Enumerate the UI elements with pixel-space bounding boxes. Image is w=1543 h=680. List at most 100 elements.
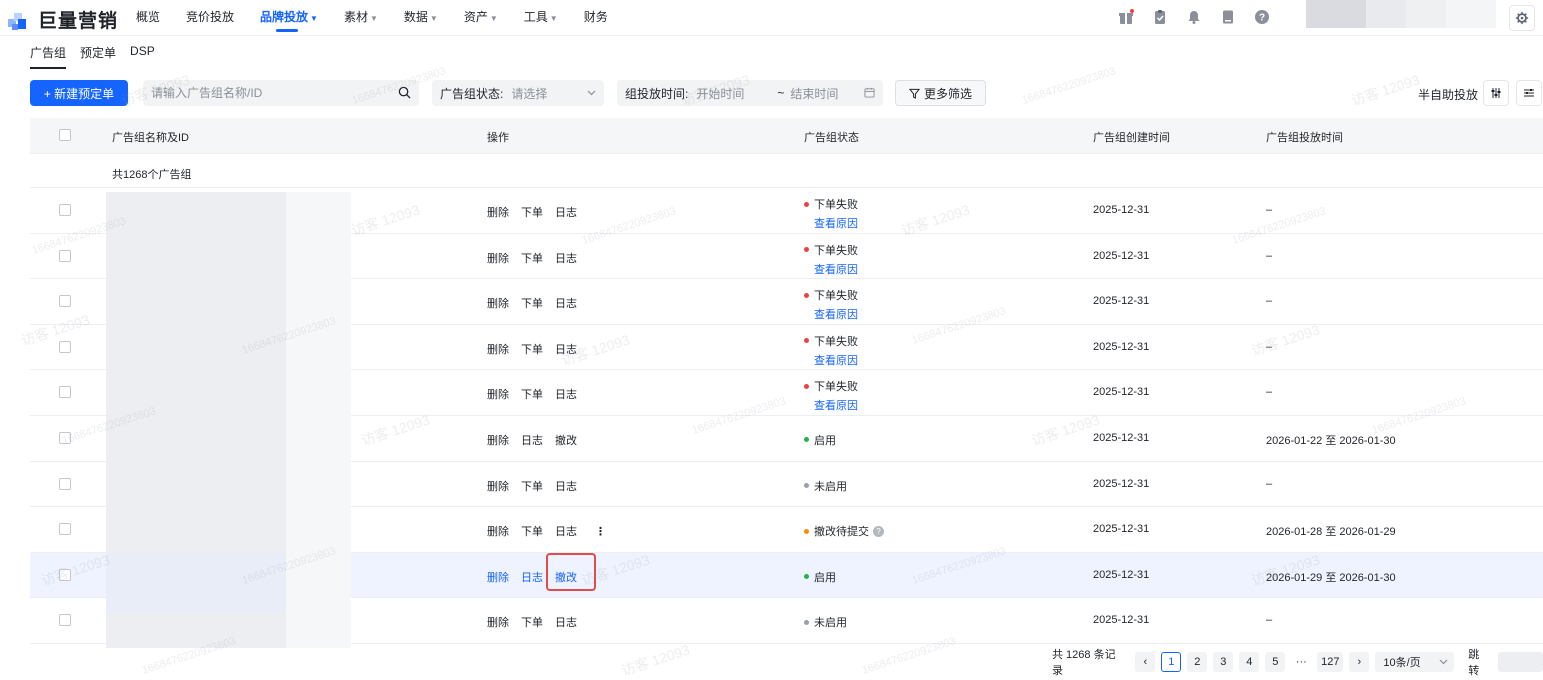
page-last-button[interactable]: 127 [1317, 652, 1344, 672]
column-settings-button[interactable] [1483, 80, 1509, 106]
delete-link[interactable]: 删除 [487, 481, 509, 493]
page-3-button[interactable]: 3 [1213, 652, 1234, 672]
place-order-link[interactable]: 下单 [521, 481, 543, 493]
log-link[interactable]: 日志 [555, 298, 577, 310]
place-order-link[interactable]: 下单 [521, 344, 543, 356]
delete-link[interactable]: 删除 [487, 617, 509, 629]
gift-icon[interactable] [1118, 9, 1134, 25]
log-link[interactable]: 日志 [555, 526, 577, 538]
place-order-link[interactable]: 下单 [521, 389, 543, 401]
row-checkbox[interactable] [59, 249, 71, 262]
revise-link[interactable]: 撤改 [555, 435, 577, 447]
end-time-input[interactable]: 结束时间 [790, 85, 838, 102]
nav-overview[interactable]: 概览 [136, 0, 160, 36]
prev-page-button[interactable]: ‹ [1135, 652, 1156, 672]
view-reason-link[interactable]: 查看原因 [814, 306, 858, 322]
select-all-checkbox[interactable] [59, 129, 71, 141]
clipboard-icon[interactable] [1152, 9, 1168, 25]
page-2-button[interactable]: 2 [1187, 652, 1208, 672]
search-input[interactable] [151, 86, 391, 100]
bell-icon[interactable] [1186, 9, 1202, 25]
delete-link[interactable]: 删除 [487, 389, 509, 401]
place-order-link[interactable]: 下单 [521, 253, 543, 265]
tab-reservation-order[interactable]: 预定单 [80, 44, 116, 69]
delete-link[interactable]: 删除 [487, 435, 509, 447]
brand-logo[interactable]: 巨量营销 [8, 6, 118, 33]
log-link[interactable]: 日志 [555, 481, 577, 493]
page-4-button[interactable]: 4 [1239, 652, 1260, 672]
new-reservation-button[interactable]: + 新建预定单 [30, 80, 128, 106]
place-order-link[interactable]: 下单 [521, 617, 543, 629]
row-checkbox[interactable] [59, 523, 71, 536]
tab-ad-group[interactable]: 广告组 [30, 44, 67, 69]
more-filters-button[interactable]: 更多筛选 [895, 80, 986, 106]
nav-assets[interactable]: 资产 ▼ [464, 0, 498, 36]
delivery-time: – [1266, 386, 1273, 399]
list-settings-button[interactable] [1516, 80, 1542, 106]
status-text: 下单失败 [814, 244, 858, 257]
delete-link[interactable]: 删除 [487, 526, 509, 538]
more-actions-icon[interactable]: ⋮ [595, 525, 606, 538]
nav-data[interactable]: 数据 ▼ [404, 0, 438, 36]
next-page-button[interactable]: › [1349, 652, 1370, 672]
page-size-select[interactable]: 10条/页 [1375, 652, 1455, 672]
delete-link[interactable]: 删除 [487, 344, 509, 356]
view-reason-link[interactable]: 查看原因 [814, 352, 858, 368]
settings-button[interactable] [1509, 5, 1535, 31]
delivery-time-filter[interactable]: 组投放时间: 开始时间 ~ 结束时间 [617, 80, 883, 106]
delivery-time: – [1266, 614, 1273, 627]
log-link[interactable]: 日志 [555, 253, 577, 265]
created-time: 2025-12-31 [1093, 477, 1150, 490]
nav-bidding[interactable]: 竞价投放 [186, 0, 234, 36]
log-link[interactable]: 日志 [521, 435, 543, 447]
view-reason-link[interactable]: 查看原因 [814, 215, 858, 231]
row-checkbox[interactable] [59, 431, 71, 444]
view-reason-link[interactable]: 查看原因 [814, 261, 858, 277]
status-cell: 下单失败 查看原因 [804, 378, 858, 413]
help-icon[interactable]: ? [873, 525, 884, 537]
tab-dsp[interactable]: DSP [130, 44, 155, 69]
page-5-button[interactable]: 5 [1265, 652, 1286, 672]
document-icon[interactable] [1220, 9, 1236, 25]
view-reason-link[interactable]: 查看原因 [814, 397, 858, 413]
log-link[interactable]: 日志 [555, 389, 577, 401]
nav-brand-delivery[interactable]: 品牌投放 ▼ [260, 0, 318, 36]
help-icon[interactable]: ? [1254, 9, 1270, 25]
nav-tools[interactable]: 工具 ▼ [524, 0, 558, 36]
row-checkbox[interactable] [59, 477, 71, 490]
row-checkbox[interactable] [59, 614, 71, 627]
row-checkbox[interactable] [59, 204, 71, 216]
place-order-link[interactable]: 下单 [521, 298, 543, 310]
row-actions: 删除 下单 日志 [487, 204, 589, 220]
log-link[interactable]: 日志 [555, 617, 577, 629]
main-nav: 概览 竞价投放 品牌投放 ▼ 素材 ▼ 数据 ▼ 资产 ▼ 工具 ▼ 财务 [136, 0, 634, 36]
start-time-input[interactable]: 开始时间 [696, 85, 744, 102]
log-link[interactable]: 日志 [555, 344, 577, 356]
place-order-link[interactable]: 下单 [521, 207, 543, 219]
user-account-area[interactable] [1306, 0, 1496, 28]
semi-auto-delivery-link[interactable]: 半自助投放 [1418, 86, 1478, 103]
nav-finance[interactable]: 财务 [584, 0, 608, 36]
created-time: 2025-12-31 [1093, 568, 1150, 581]
row-checkbox[interactable] [59, 340, 71, 353]
row-checkbox[interactable] [59, 295, 71, 308]
row-checkbox[interactable] [59, 386, 71, 399]
delete-link[interactable]: 删除 [487, 207, 509, 219]
delete-link[interactable]: 删除 [487, 253, 509, 265]
log-link[interactable]: 日志 [521, 572, 543, 584]
place-order-link[interactable]: 下单 [521, 526, 543, 538]
page-1-button[interactable]: 1 [1161, 652, 1182, 672]
nav-material[interactable]: 素材 ▼ [344, 0, 378, 36]
chevron-down-icon [587, 90, 596, 96]
page-ellipsis[interactable]: ··· [1291, 652, 1311, 672]
row-checkbox[interactable] [59, 568, 71, 581]
jump-page-input[interactable] [1497, 652, 1543, 672]
delete-link[interactable]: 删除 [487, 298, 509, 310]
delete-link[interactable]: 删除 [487, 572, 509, 584]
header-delivery: 广告组投放时间 [1266, 132, 1343, 144]
search-icon[interactable] [398, 86, 411, 99]
log-link[interactable]: 日志 [555, 207, 577, 219]
status-filter[interactable]: 广告组状态: 请选择 [432, 80, 604, 106]
jump-label: 跳转 [1468, 649, 1480, 677]
row-actions: 删除 日志 撤改 [487, 432, 589, 448]
